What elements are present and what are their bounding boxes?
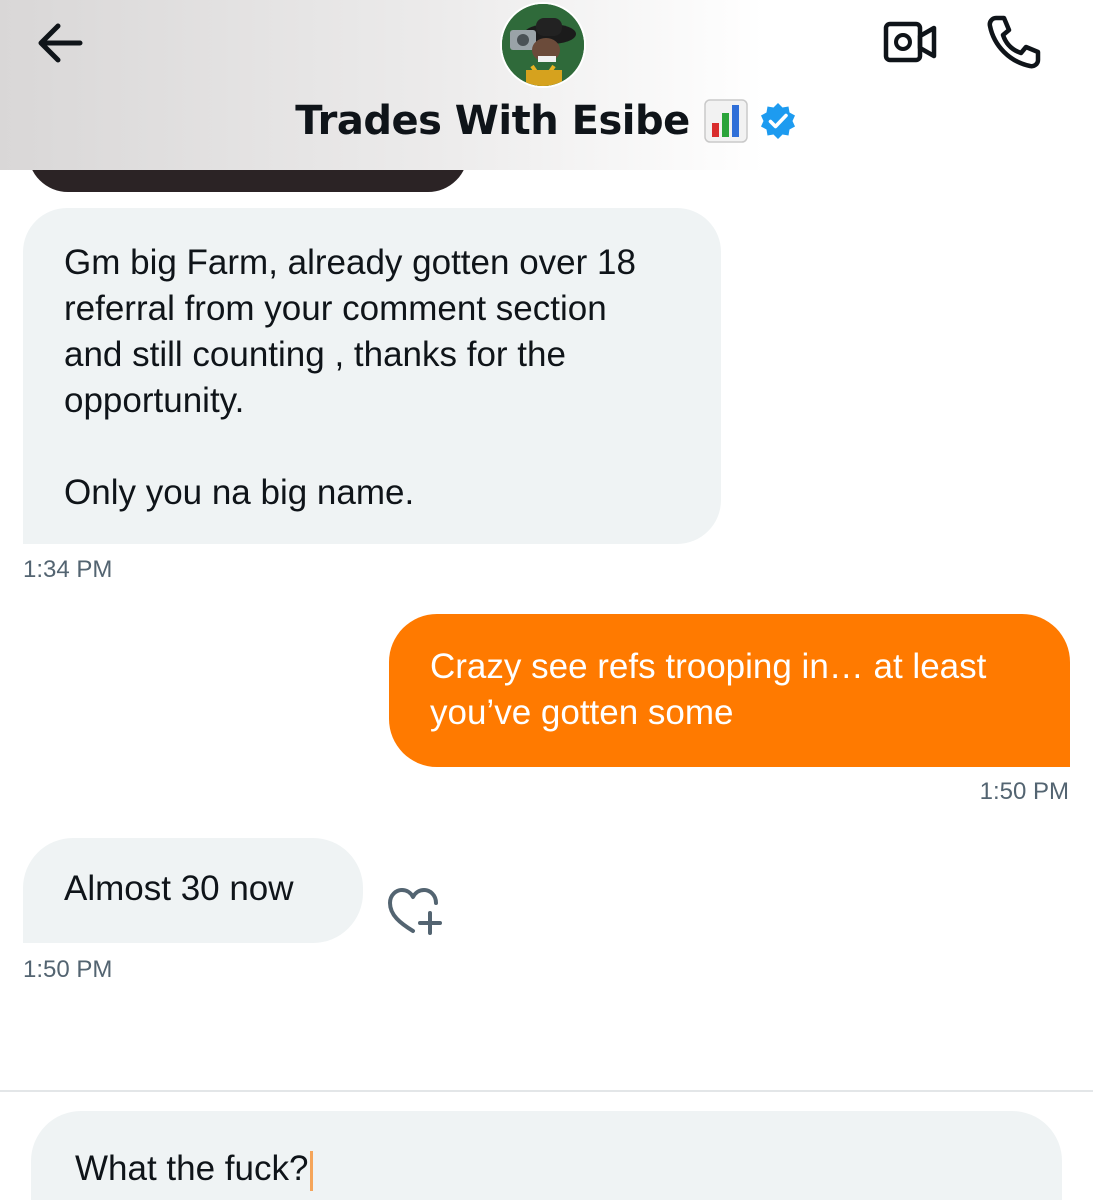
phone-icon [987, 15, 1041, 69]
composer-divider [0, 1090, 1093, 1092]
avatar-image [502, 4, 584, 86]
add-reaction-heart-icon [388, 888, 442, 935]
conversation-title[interactable]: Trades With Esibe [0, 96, 1093, 144]
dm-conversation-screen: Trades With Esibe Gm big Farm, already g… [0, 0, 1093, 1200]
back-button[interactable] [30, 18, 90, 68]
conversation-header: Trades With Esibe [0, 0, 1093, 170]
message-timestamp: 1:50 PM [23, 956, 113, 983]
add-reaction-button[interactable] [386, 885, 444, 941]
incoming-message-bubble[interactable]: Gm big Farm, already gotten over 18 refe… [23, 208, 721, 544]
verified-badge-icon [760, 103, 795, 139]
text-cursor [310, 1151, 314, 1191]
message-composer-input[interactable]: What the fuck? [31, 1111, 1062, 1200]
bar-chart-icon [704, 99, 748, 143]
message-timestamp: 1:50 PM [979, 778, 1069, 805]
contact-name: Trades With Esibe [295, 98, 690, 144]
video-camera-icon [883, 21, 937, 63]
outgoing-message-bubble[interactable]: Crazy see refs trooping in… at least you… [389, 614, 1070, 767]
video-call-button[interactable] [880, 18, 940, 68]
voice-call-button[interactable] [982, 12, 1042, 72]
arrow-left-icon [38, 23, 83, 63]
incoming-message-bubble[interactable]: Almost 30 now [23, 838, 363, 943]
avatar[interactable] [500, 2, 586, 88]
message-timestamp: 1:34 PM [23, 556, 113, 583]
composer-text: What the fuck? [75, 1149, 309, 1188]
